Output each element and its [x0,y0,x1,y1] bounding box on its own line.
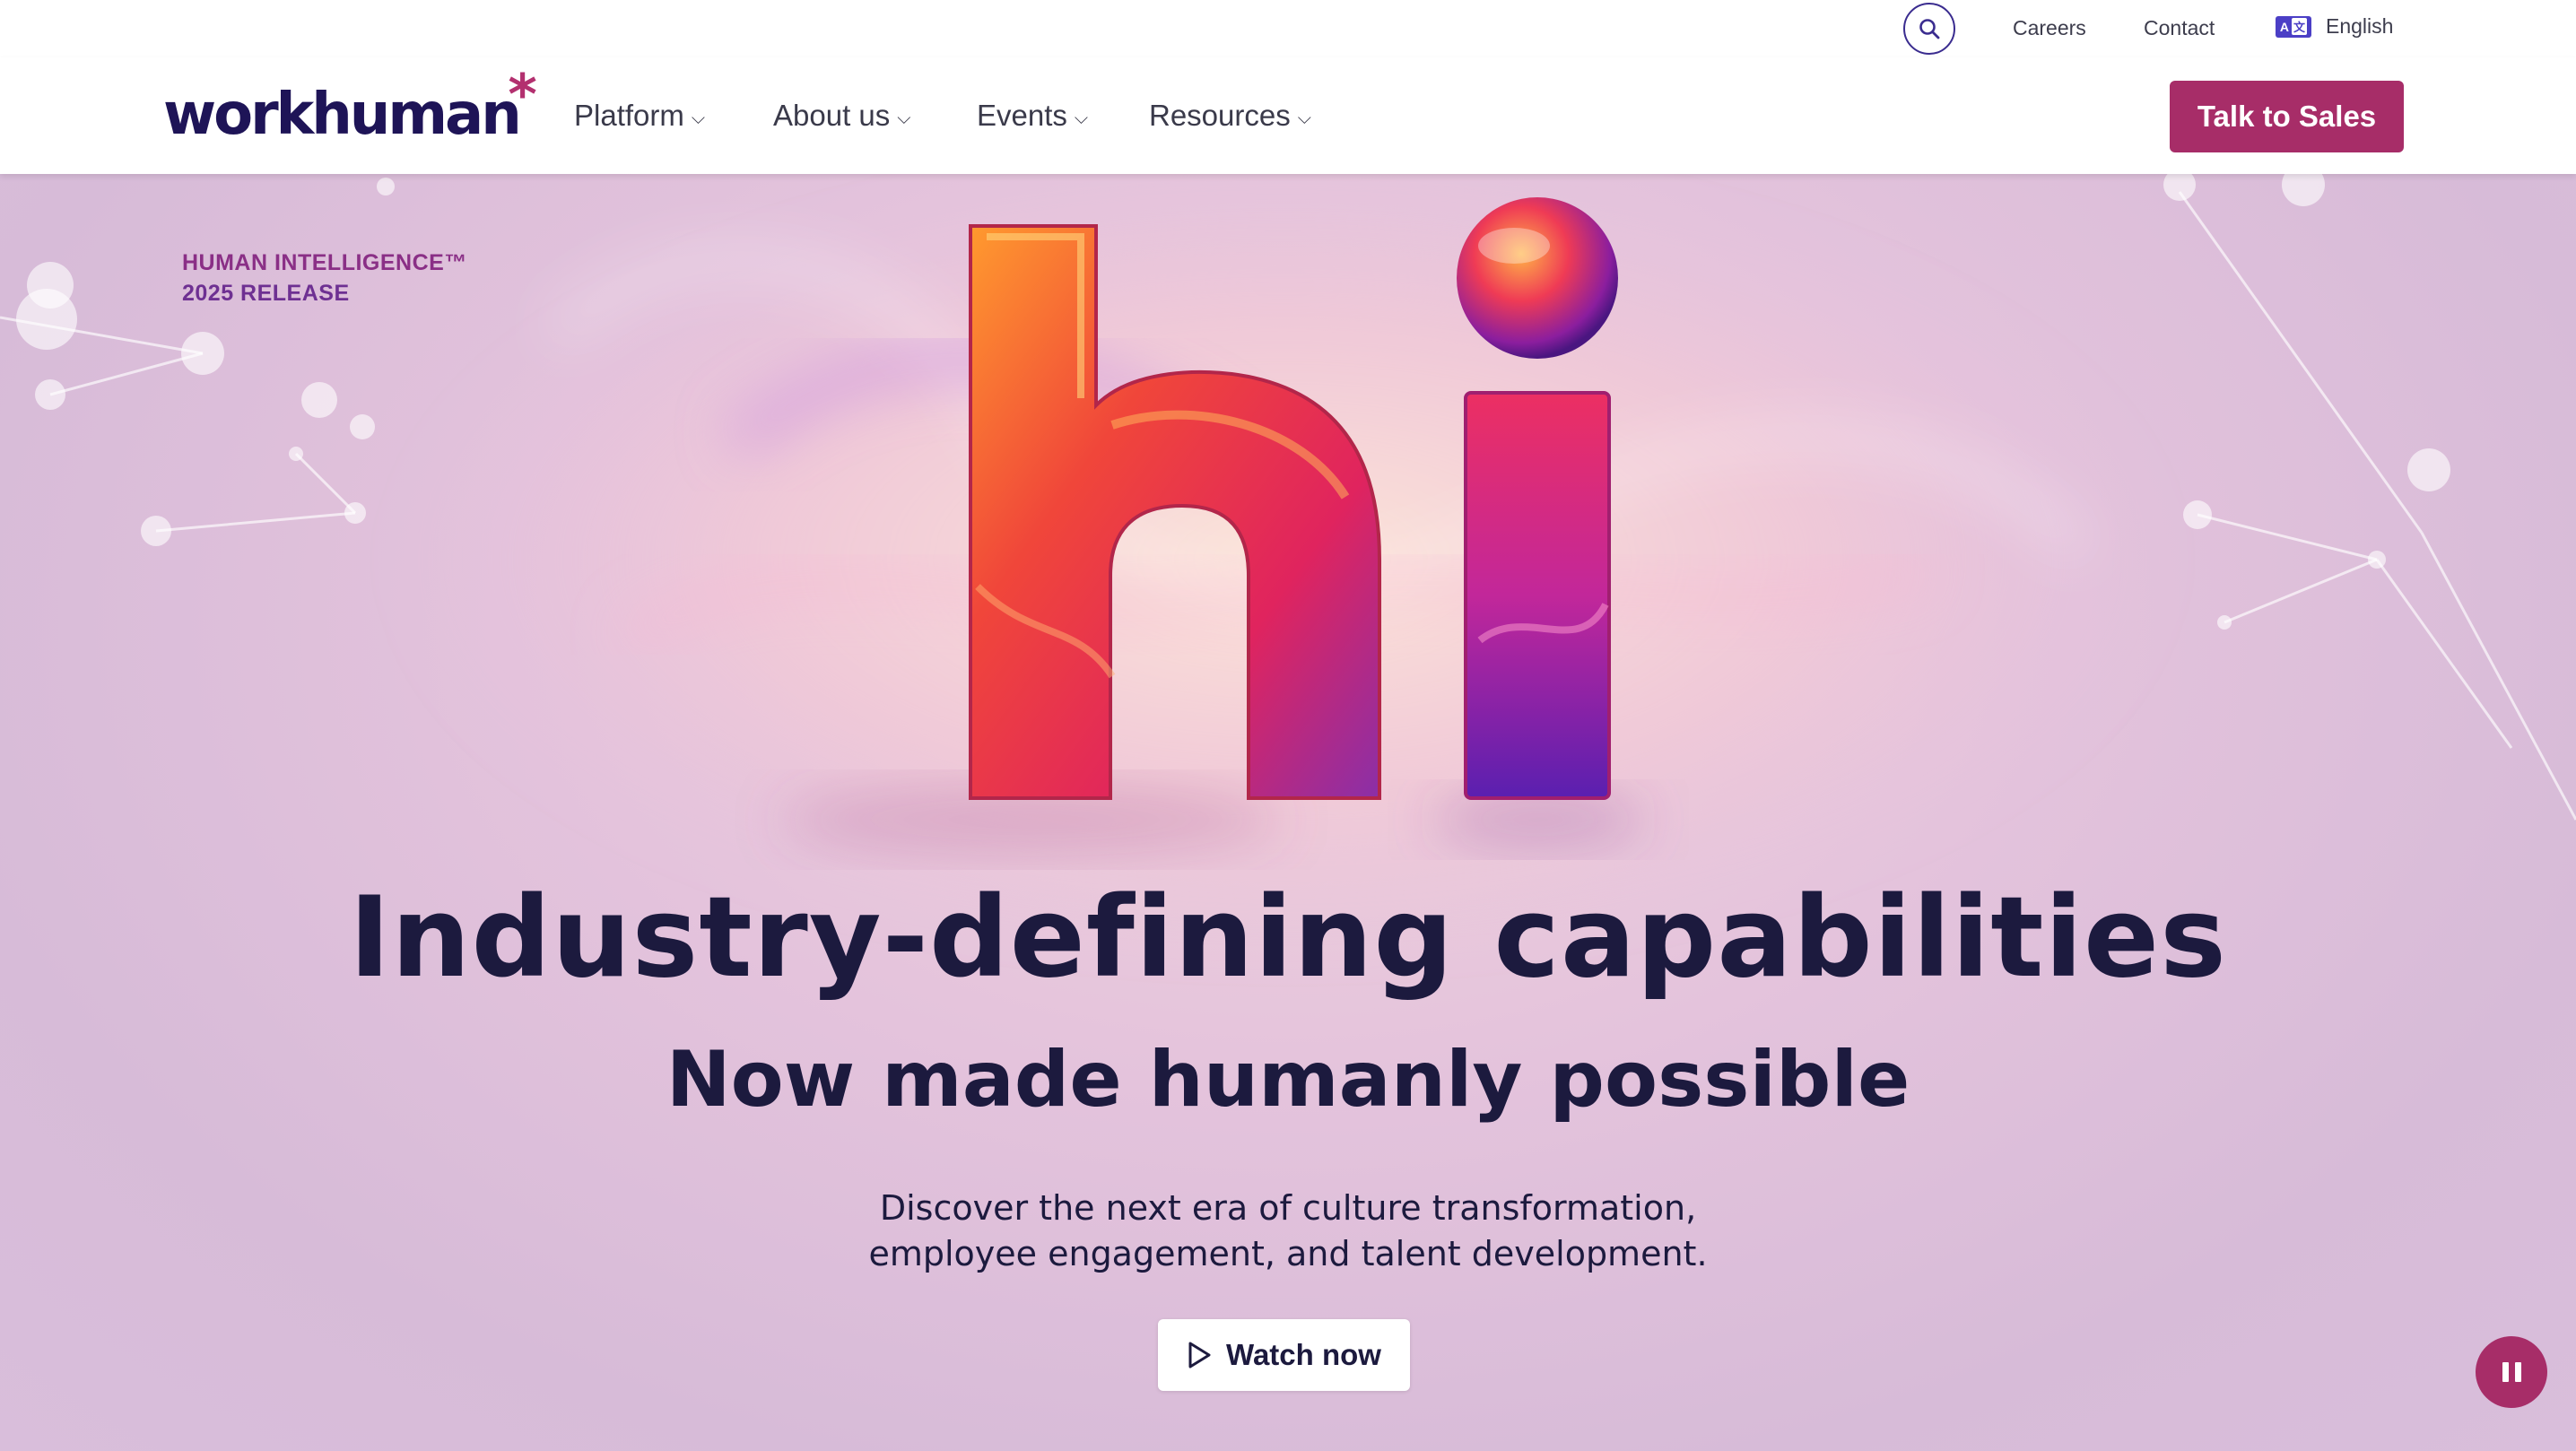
translate-icon: A文 [2276,15,2311,38]
logo-asterisk: * [508,62,537,127]
hero-section: HUMAN INTELLIGENCE™ 2025 RELEASE Industr… [0,174,2576,1451]
workhuman-logo[interactable]: workhuman * [163,62,537,151]
nav-about-us[interactable]: About us ⌵ [773,93,910,138]
nav-events-label: Events [977,99,1067,132]
nav-platform[interactable]: Platform ⌵ [574,93,705,138]
play-icon [1188,1342,1211,1368]
contact-link[interactable]: Contact [2144,16,2215,40]
nav-platform-label: Platform [574,99,684,132]
logo-wordmark: workhuman [163,82,522,148]
nav-about-label: About us [773,99,891,132]
utility-bar: Careers Contact A文 English [0,0,2576,57]
nav-events[interactable]: Events ⌵ [977,93,1088,138]
release-line-1: HUMAN INTELLIGENCE™ [182,250,467,275]
careers-link[interactable]: Careers [2013,16,2086,40]
hero-description-line-1: Discover the next era of culture transfo… [879,1188,1697,1228]
hero-subheadline: Now made humanly possible [666,1035,1910,1125]
hero-headline: Industry-defining capabilities [349,873,2227,1003]
release-line-2: 2025 RELEASE [182,281,350,306]
chevron-down-icon: ⌵ [691,108,706,128]
chevron-down-icon: ⌵ [1297,108,1311,128]
watch-now-button[interactable]: Watch now [1158,1319,1410,1391]
pause-button[interactable] [2476,1336,2547,1408]
release-tag: HUMAN INTELLIGENCE™ 2025 RELEASE [182,248,467,308]
nav-resources-label: Resources [1149,99,1291,132]
search-button[interactable] [1903,3,1955,55]
chevron-down-icon: ⌵ [897,108,911,128]
nav-resources[interactable]: Resources ⌵ [1149,93,1311,138]
search-icon [1919,19,1940,39]
hero-description: Discover the next era of culture transfo… [705,1186,1871,1277]
talk-to-sales-button[interactable]: Talk to Sales [2170,81,2404,152]
watch-now-label: Watch now [1226,1338,1381,1371]
language-label: English [2326,14,2394,38]
chevron-down-icon: ⌵ [1074,108,1089,128]
language-selector[interactable]: A文 English [2276,14,2393,39]
pause-icon [2502,1362,2509,1382]
hero-description-line-2: employee engagement, and talent developm… [868,1234,1708,1273]
main-nav: workhuman * Platform ⌵ About us ⌵ Events… [0,57,2576,174]
